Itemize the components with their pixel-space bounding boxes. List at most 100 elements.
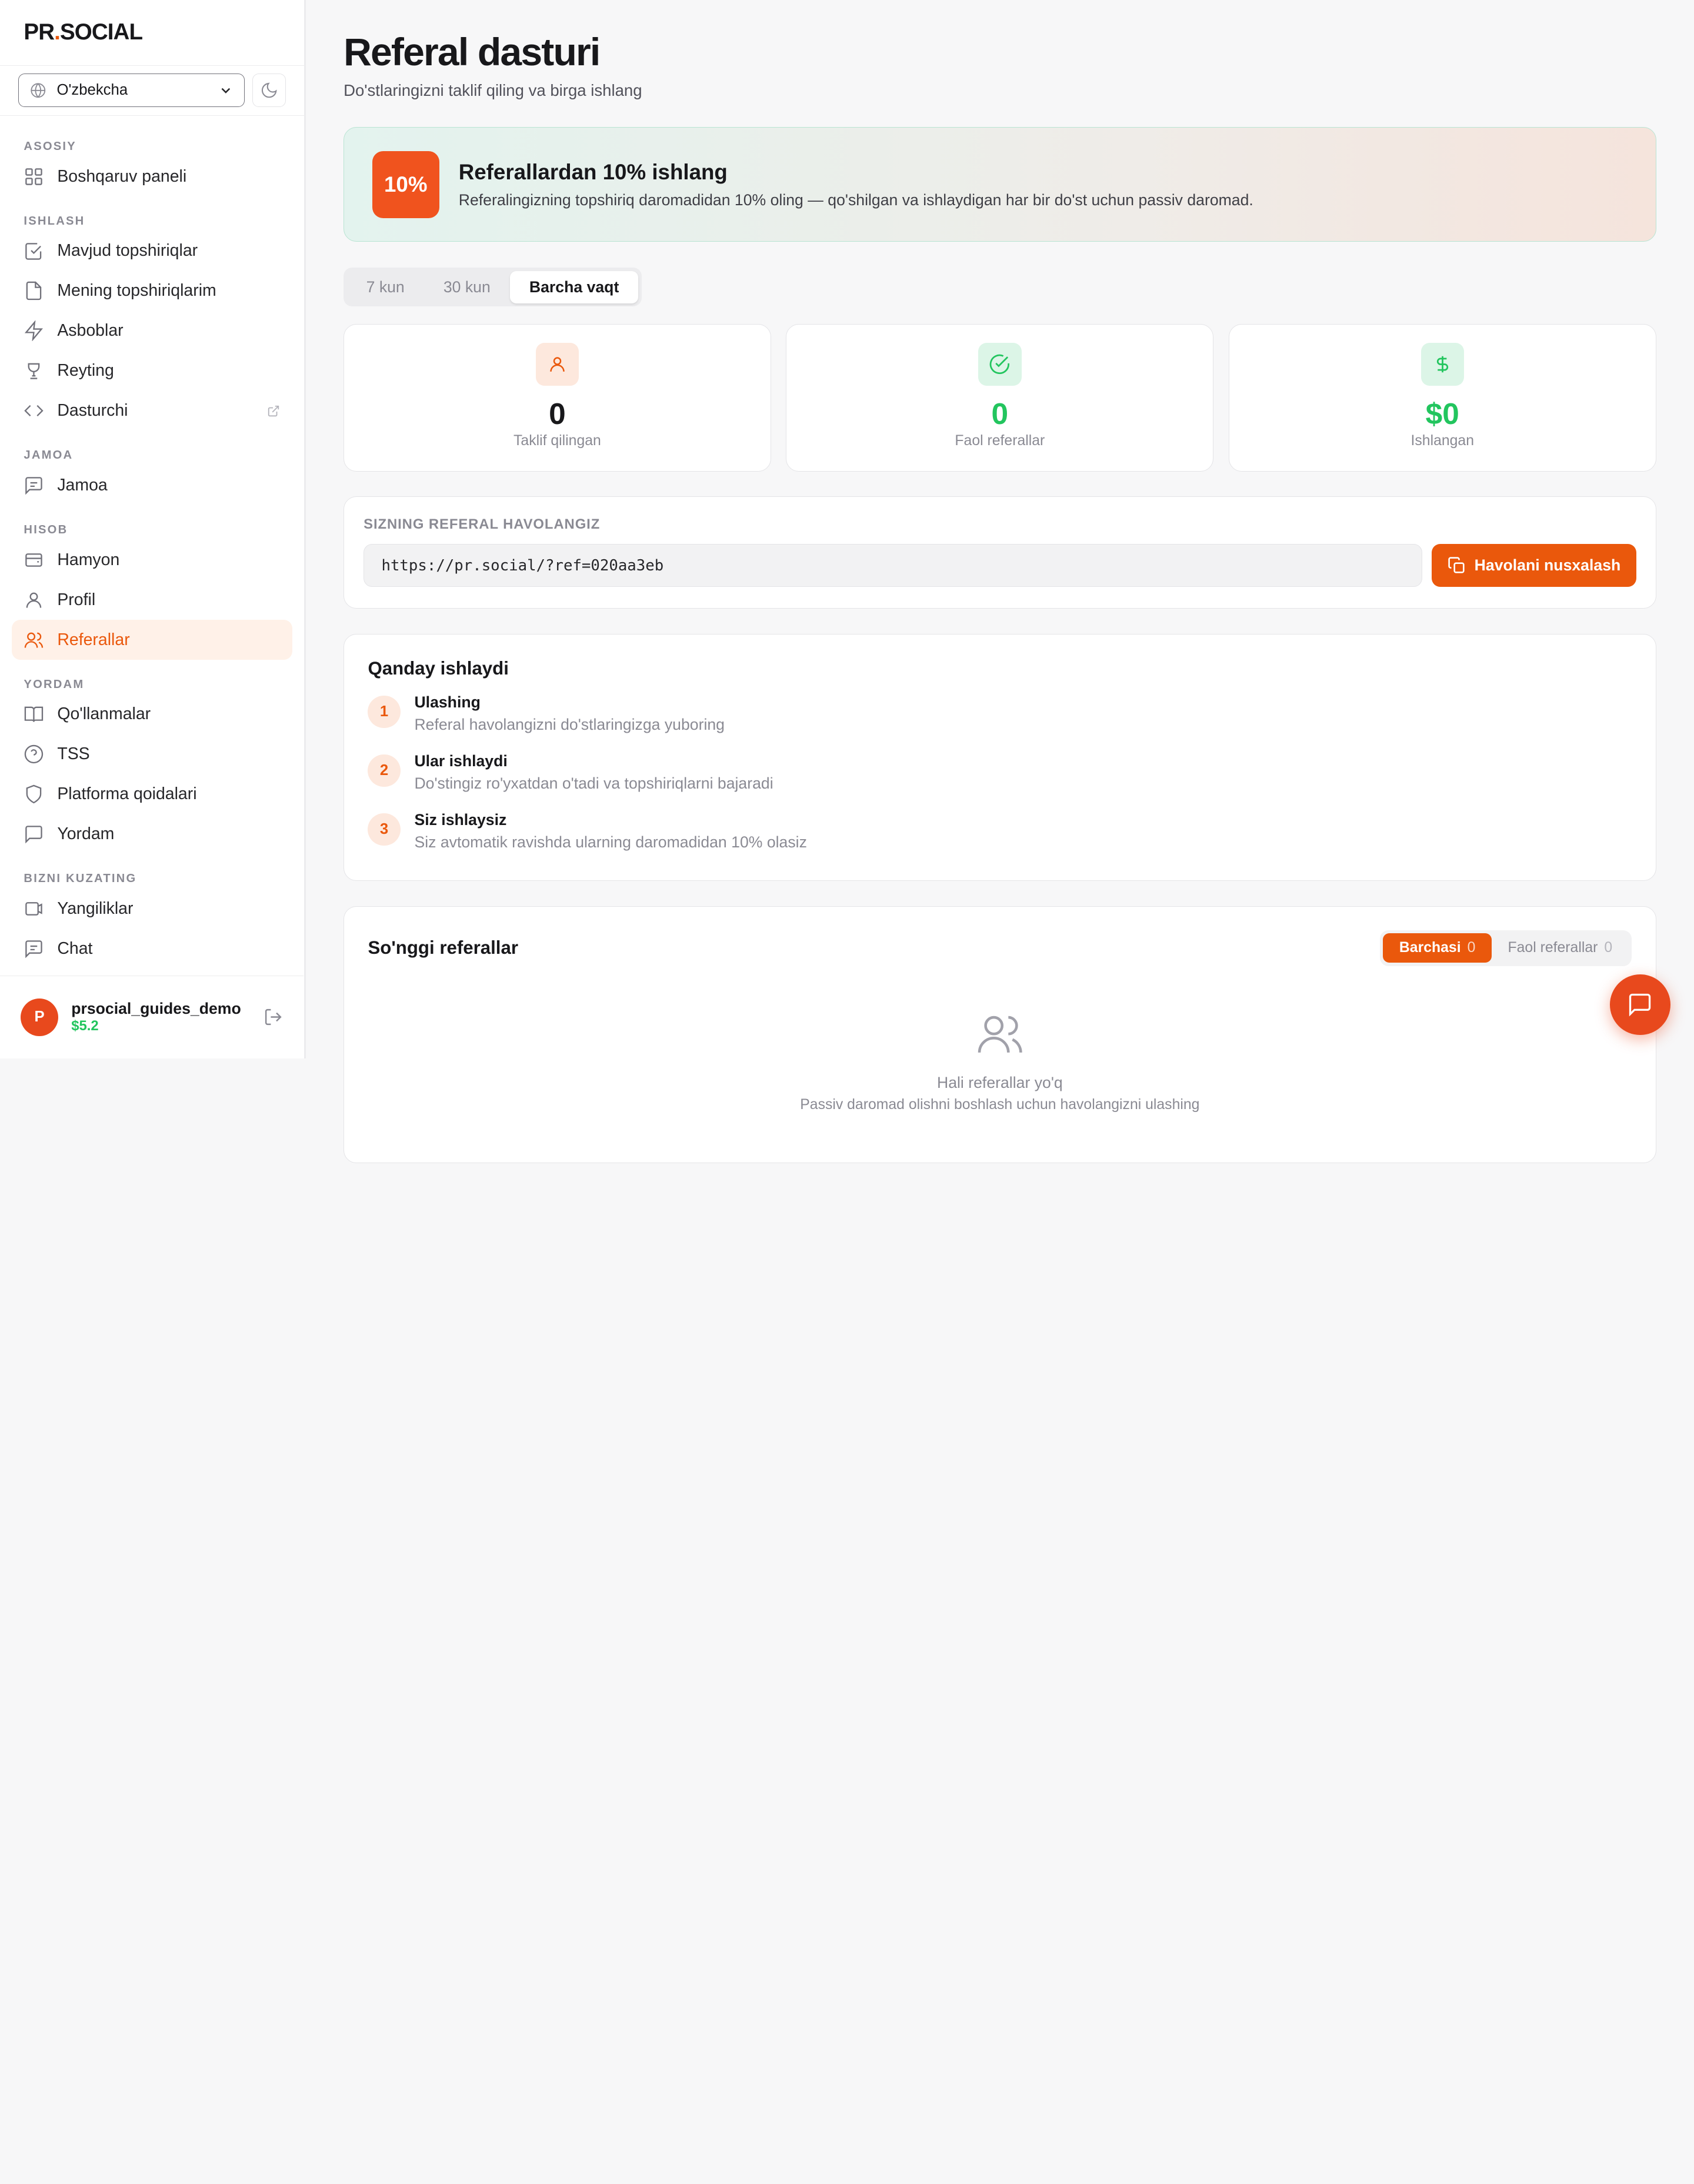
sidebar-item-team[interactable]: Jamoa [12,466,292,506]
sidebar-item-referrals[interactable]: Referallar [12,620,292,660]
logo-text-left: PR [24,19,55,45]
lightning-icon [25,320,44,342]
sidebar-item-chat[interactable]: Chat [12,929,292,969]
sidebar-item-my-tasks[interactable]: Mening topshiriqlarim [12,271,292,311]
sidebar-item-label: Mavjud topshiriqlar [57,241,198,261]
sidebar-item-available-tasks[interactable]: Mavjud topshiriqlar [12,231,292,271]
referral-link-row: https://pr.social/?ref=020aa3eb Havolani… [364,543,1636,587]
list-item: 1 Ulashing Referal havolangizni do'stlar… [368,692,1632,751]
step-desc: Siz avtomatik ravishda ularning daromadi… [414,833,807,851]
sidebar-item-label: Platforma qoidalari [57,784,197,804]
user-icon [550,357,565,372]
sidebar-item-label: Boshqaruv paneli [57,166,187,186]
checkbox-icon [25,242,42,260]
chat-bubble-icon [25,826,43,844]
chevron-down-icon [221,88,231,93]
shield-icon [26,784,42,804]
sidebar-item-profile[interactable]: Profil [12,580,292,620]
copy-link-button[interactable]: Havolani nusxalash [1432,543,1636,587]
nav-group-title: ASOSIY [24,140,76,153]
step-title: Ular ishlaydi [414,752,508,770]
how-it-works-card: Qanday ishlaydi 1 Ulashing Referal havol… [344,633,1656,881]
megaphone-icon [25,902,43,916]
sidebar-item-rating[interactable]: Reyting [12,351,292,391]
language-select[interactable]: O'zbekcha [18,74,245,108]
empty-title: Hali referallar yo'q [936,1074,1063,1092]
chat-fab-button[interactable] [1609,974,1670,1035]
referral-link-card: SIZNING REFERAL HAVOLANGIZ https://pr.so… [344,496,1656,609]
grid-icon [25,168,43,185]
tab-30-days[interactable]: 30 kun [424,271,510,303]
sidebar: PR.SOCIAL O'zbekcha ASOSIY Boshqaruv pan… [0,0,306,1058]
logo[interactable]: PR.SOCIAL [0,0,304,66]
stat-card-active: 0 Faol referallar [786,323,1214,472]
nav-group-title: YORDAM [24,677,85,691]
sidebar-item-tools[interactable]: Asboblar [12,311,292,351]
sidebar-item-label: Referallar [57,630,130,649]
stats-row: 0 Taklif qilingan 0 Faol referallar $0 I… [344,323,1656,472]
sidebar-item-label: Hamyon [57,550,120,569]
sidebar-item-label: Yangiliklar [57,899,134,918]
book-open-icon [25,706,44,723]
sidebar-item-wallet[interactable]: Hamyon [12,540,292,580]
sidebar-item-x[interactable] [12,969,292,972]
sidebar-item-label: Chat [57,939,93,958]
referral-link-field[interactable]: https://pr.social/?ref=020aa3eb [364,543,1422,587]
logout-icon[interactable] [264,1007,283,1027]
step-body: Siz ishlaysiz Siz avtomatik ravishda ula… [414,810,806,869]
sidebar-item-faq[interactable]: TSS [12,734,292,774]
tab-all-time[interactable]: Barcha vaqt [509,271,639,303]
filter-label: Faol referallar [1508,940,1598,956]
step-number: 1 [368,695,401,728]
sidebar-item-developer[interactable]: Dasturchi [12,391,292,431]
step-title: Siz ishlaysiz [414,811,507,829]
filter-active-button[interactable]: Faol referallar 0 [1492,933,1629,963]
sidebar-item-dashboard[interactable]: Boshqaruv paneli [12,156,292,196]
message-square-icon [25,940,43,959]
logo-dot: . [54,19,61,45]
banner-title: Referallardan 10% ishlang [458,159,728,184]
tab-7-days[interactable]: 7 kun [347,271,424,303]
how-it-works-title: Qanday ishlaydi [368,658,509,679]
logo-text-right: SOCIAL [59,19,143,45]
sidebar-item-news[interactable]: Yangiliklar [12,889,292,929]
filter-label: Barchasi [1399,940,1461,956]
stat-label: Faol referallar [955,433,1045,449]
moon-icon [261,82,277,98]
sidebar-item-label: Qo'llanmalar [57,704,151,724]
user-info: prsocial_guides_demo $5.2 [71,1000,241,1034]
sidebar-item-rules[interactable]: Platforma qoidalari [12,774,292,814]
chat-bubble-icon [1629,993,1651,1017]
sidebar-item-support[interactable]: Yordam [12,814,292,854]
user-panel: P prsocial_guides_demo $5.2 [0,975,304,1058]
language-row: O'zbekcha [0,66,304,116]
dollar-icon [1436,356,1448,373]
nav-group-title: JAMOA [24,449,74,462]
nav-group-title: ISHLASH [24,214,85,228]
recent-title: So'nggi referallar [368,937,518,959]
avatar[interactable]: P [20,998,59,1036]
filter-count: 0 [1604,940,1613,956]
sidebar-item-guides[interactable]: Qo'llanmalar [12,694,292,734]
stat-icon-wrap [978,342,1022,386]
theme-toggle-button[interactable] [252,74,286,108]
wallet-icon [25,553,43,567]
step-body: Ulashing Referal havolangizni do'stlarin… [414,692,725,751]
list-item: 3 Siz ishlaysiz Siz avtomatik ravishda u… [368,810,1632,869]
referral-filter: Barchasi 0 Faol referallar 0 [1379,930,1632,966]
page-title: Referal dasturi [344,31,601,75]
step-number: 3 [368,813,401,846]
external-link-icon [268,405,279,416]
user-icon [26,592,42,608]
sidebar-item-label: Jamoa [57,475,108,495]
app-root: PR.SOCIAL O'zbekcha ASOSIY Boshqaruv pan… [0,0,1694,1189]
recent-header: So'nggi referallar Barchasi 0 Faol refer… [368,930,1632,966]
referral-banner: 10% Referallardan 10% ishlang Referaling… [344,127,1656,242]
sidebar-nav: ASOSIY Boshqaruv paneli ISHLASH Mavjud t… [0,116,304,973]
sidebar-item-label: TSS [57,744,90,764]
page-subtitle: Do'stlaringizni taklif qiling va birga i… [344,81,642,100]
stat-value: 0 [549,396,566,430]
stat-value: $0 [1425,396,1459,430]
sidebar-item-label: Profil [57,590,96,609]
filter-all-button[interactable]: Barchasi 0 [1383,933,1492,963]
